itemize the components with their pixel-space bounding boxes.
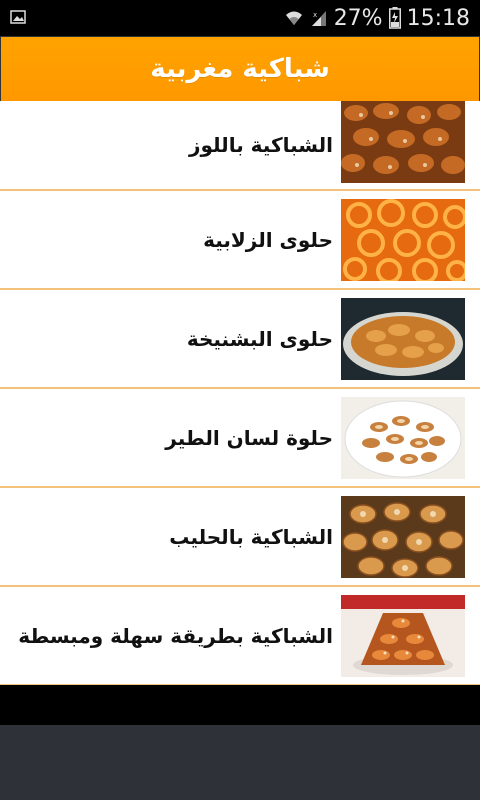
status-indicators: x 27% 15:18 bbox=[284, 0, 470, 36]
list-item[interactable]: الشباكية باللوز bbox=[0, 101, 480, 191]
list-item-label: حلوة لسان الطير bbox=[165, 425, 333, 450]
recipe-list: الشباكية باللوز حلوى الزلابية حلوى البشن… bbox=[0, 101, 480, 686]
lsan-tir-image bbox=[341, 397, 465, 479]
list-item-label: الشباكية باللوز bbox=[188, 133, 333, 157]
list-item[interactable]: حلوى البشنيخة bbox=[0, 290, 480, 389]
list-item-label: حلوى البشنيخة bbox=[186, 326, 333, 351]
list-item[interactable]: الشباكية بطريقة سهلة ومبسطة bbox=[0, 587, 480, 686]
status-bar: x 27% 15:18 bbox=[0, 0, 480, 36]
chebakia-milk-image bbox=[341, 496, 465, 578]
battery-percent: 27% bbox=[333, 5, 383, 31]
app-title: شباكية مغربية bbox=[150, 54, 330, 84]
list-item[interactable]: الشباكية بالحليب bbox=[0, 488, 480, 587]
chebakia-almonds-image bbox=[341, 101, 465, 183]
zlabia-image bbox=[341, 199, 465, 281]
app-bar: شباكية مغربية bbox=[0, 36, 480, 102]
chebakia-easy-image bbox=[341, 595, 465, 677]
list-item[interactable]: حلوة لسان الطير bbox=[0, 389, 480, 488]
bottom-banner-area bbox=[0, 685, 480, 725]
clock: 15:18 bbox=[406, 5, 470, 31]
signal-icon: x bbox=[310, 9, 328, 27]
list-item-label: الشباكية بالحليب bbox=[169, 524, 333, 549]
bachnikha-image bbox=[341, 298, 465, 380]
image-notification-icon bbox=[10, 9, 26, 25]
list-item[interactable]: حلوى الزلابية bbox=[0, 191, 480, 290]
battery-icon bbox=[388, 7, 401, 29]
wifi-icon bbox=[284, 9, 304, 27]
svg-text:x: x bbox=[313, 11, 317, 19]
list-item-label: الشباكية بطريقة سهلة ومبسطة bbox=[18, 623, 333, 648]
list-item-label: حلوى الزلابية bbox=[203, 227, 333, 252]
navigation-bar-area bbox=[0, 725, 480, 800]
